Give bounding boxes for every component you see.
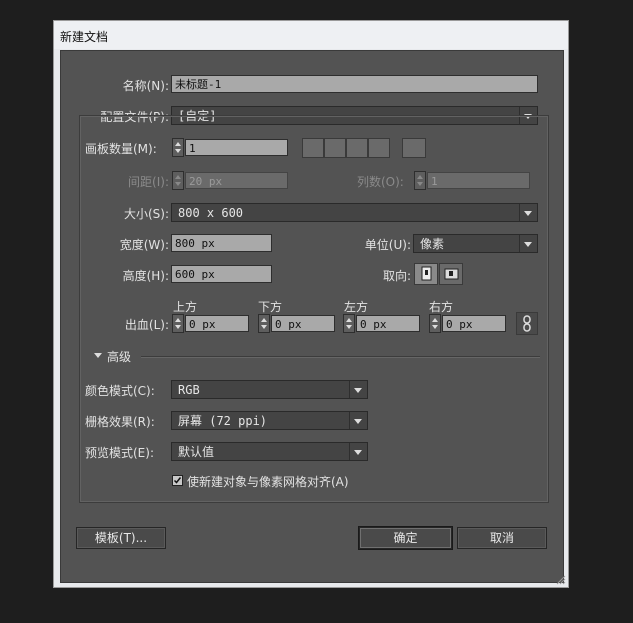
- chevron-down-icon: [519, 235, 537, 252]
- size-value: 800 x 600: [178, 206, 244, 220]
- chevron-down-icon: [349, 381, 367, 398]
- bleed-bottom-stepper[interactable]: [258, 314, 270, 333]
- chevron-down-icon: [349, 443, 367, 460]
- bleed-bottom-input[interactable]: 0 px: [271, 315, 335, 332]
- dialog-title: 新建文档: [60, 30, 109, 44]
- raster-effects-label: 栅格效果(R):: [85, 415, 155, 429]
- spacing-input[interactable]: 20 px: [185, 172, 288, 189]
- units-value: 像素: [420, 237, 445, 251]
- preview-mode-value: 默认值: [178, 445, 215, 459]
- chevron-down-icon: [519, 204, 537, 221]
- align-pixel-grid-checkbox[interactable]: [172, 475, 183, 486]
- grid-by-row-icon[interactable]: [302, 138, 324, 158]
- width-input[interactable]: 800 px: [171, 234, 272, 252]
- portrait-orientation-icon[interactable]: [414, 263, 438, 285]
- ok-button[interactable]: 确定: [359, 527, 452, 549]
- height-input[interactable]: 600 px: [171, 265, 272, 283]
- name-input[interactable]: 未标题-1: [171, 75, 538, 93]
- bleed-left-stepper[interactable]: [343, 314, 355, 333]
- bleed-top-stepper[interactable]: [172, 314, 184, 333]
- width-label: 宽度(W):: [119, 238, 169, 252]
- arrange-by-column-icon[interactable]: [368, 138, 390, 158]
- bleed-bottom-label: 下方: [258, 300, 283, 314]
- raster-effects-dropdown[interactable]: 屏幕 (72 ppi): [171, 411, 368, 430]
- preview-mode-dropdown[interactable]: 默认值: [171, 442, 368, 461]
- link-icon[interactable]: [516, 312, 538, 335]
- size-dropdown[interactable]: 800 x 600: [171, 203, 538, 222]
- columns-input[interactable]: 1: [427, 172, 530, 189]
- name-label: 名称(N):: [122, 79, 169, 93]
- color-mode-value: RGB: [178, 383, 200, 397]
- bleed-right-input[interactable]: 0 px: [442, 315, 506, 332]
- triangle-down-icon[interactable]: [94, 353, 102, 358]
- units-dropdown[interactable]: 像素: [413, 234, 538, 253]
- cancel-button[interactable]: 取消: [457, 527, 547, 549]
- artboard-count-label: 画板数量(M):: [85, 142, 157, 156]
- preview-mode-label: 预览模式(E):: [85, 446, 154, 460]
- bleed-label: 出血(L):: [124, 318, 169, 332]
- grid-by-column-icon[interactable]: [324, 138, 346, 158]
- bleed-left-input[interactable]: 0 px: [356, 315, 420, 332]
- advanced-toggle[interactable]: 高级: [107, 348, 131, 365]
- resize-grip-icon[interactable]: [554, 573, 566, 585]
- orientation-label: 取向:: [382, 269, 411, 283]
- spacing-label: 间距(I):: [128, 175, 169, 189]
- artboard-count-input[interactable]: 1: [185, 139, 288, 156]
- advanced-divider: [141, 356, 540, 358]
- bleed-left-label: 左方: [344, 300, 369, 314]
- color-mode-label: 颜色模式(C):: [85, 384, 155, 398]
- bleed-top-input[interactable]: 0 px: [185, 315, 249, 332]
- right-to-left-icon[interactable]: [402, 138, 426, 158]
- spacing-stepper[interactable]: [172, 171, 184, 190]
- chevron-down-icon: [349, 412, 367, 429]
- bleed-right-stepper[interactable]: [429, 314, 441, 333]
- units-label: 单位(U):: [364, 238, 411, 252]
- arrange-by-row-icon[interactable]: [346, 138, 368, 158]
- landscape-orientation-icon[interactable]: [439, 263, 463, 285]
- new-document-dialog: 新建文档 名称(N): 未标题-1 配置文件(P): [自定] 画板数量(M):…: [53, 20, 569, 588]
- title-bar[interactable]: 新建文档: [54, 21, 568, 49]
- dialog-content: 名称(N): 未标题-1 配置文件(P): [自定] 画板数量(M): 1 间距…: [60, 50, 564, 583]
- artboard-count-stepper[interactable]: [172, 138, 184, 157]
- raster-effects-value: 屏幕 (72 ppi): [178, 414, 268, 428]
- templates-button[interactable]: 模板(T)...: [76, 527, 166, 549]
- columns-label: 列数(O):: [357, 175, 404, 189]
- bleed-top-label: 上方: [173, 300, 198, 314]
- size-label: 大小(S):: [123, 207, 169, 221]
- height-label: 高度(H):: [122, 269, 169, 283]
- columns-stepper[interactable]: [414, 171, 426, 190]
- bleed-right-label: 右方: [429, 300, 454, 314]
- align-pixel-grid-label[interactable]: 使新建对象与像素网格对齐(A): [187, 473, 349, 490]
- color-mode-dropdown[interactable]: RGB: [171, 380, 368, 399]
